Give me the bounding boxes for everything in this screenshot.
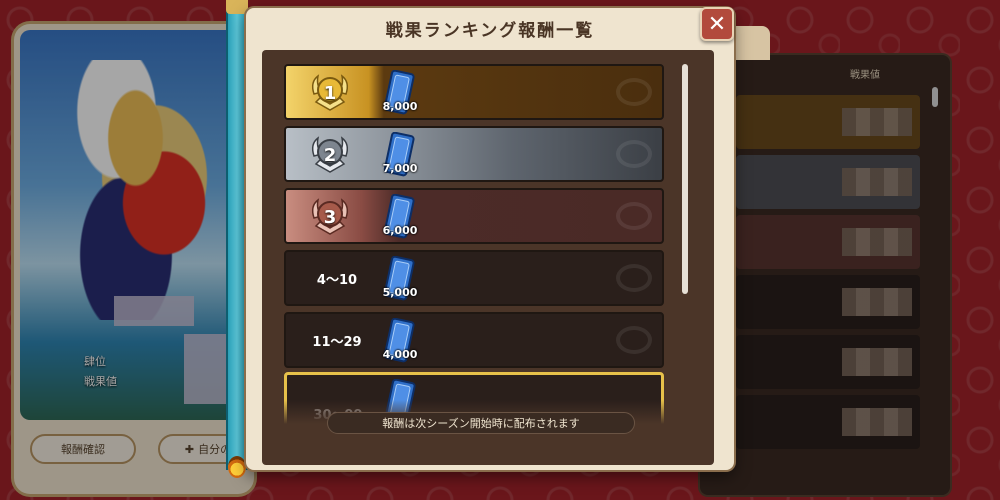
reward-amount: 8,000	[382, 100, 418, 113]
laurel-medal-icon: 3	[306, 196, 354, 238]
distribution-notice: 報酬は次シーズン開始時に配布されます	[327, 412, 635, 434]
medal-number: 3	[323, 206, 337, 228]
cloud-decoration	[616, 78, 652, 106]
laurel-medal-icon: 2	[306, 134, 354, 176]
reward-row-rank-2: 2 7,000	[284, 126, 664, 182]
reward-amount: 4,000	[382, 348, 418, 361]
medal-number: 1	[323, 82, 337, 104]
cloud-decoration	[616, 326, 652, 354]
reward-row-rank-4-10: 4〜10 5,000	[284, 250, 664, 306]
scroll-rod-cap	[226, 0, 248, 14]
reward-amount: 7,000	[382, 162, 418, 175]
reward-amount: 6,000	[382, 224, 418, 237]
dialog-title: 戦果ランキング報酬一覧	[385, 20, 595, 41]
cloud-decoration	[616, 264, 652, 292]
close-button[interactable]: ✕	[700, 7, 734, 41]
medal-number: 2	[323, 144, 337, 166]
laurel-medal-icon: 1	[306, 72, 354, 114]
cloud-decoration	[616, 202, 652, 230]
list-scrollbar[interactable]	[682, 64, 688, 294]
rank-range-label: 4〜10	[316, 272, 358, 288]
decorative-scroll-rod	[226, 0, 248, 470]
scroll-rod-knob-icon	[228, 456, 246, 478]
reward-amount: 5,000	[382, 286, 418, 299]
cloud-decoration	[616, 140, 652, 168]
reward-row-rank-1: 1 8,000	[284, 64, 664, 120]
rank-range-label: 11〜29	[312, 334, 362, 350]
close-icon: ✕	[707, 11, 727, 37]
reward-row-rank-11-29: 11〜29 4,000	[284, 312, 664, 368]
reward-row-rank-3: 3 6,000	[284, 188, 664, 244]
